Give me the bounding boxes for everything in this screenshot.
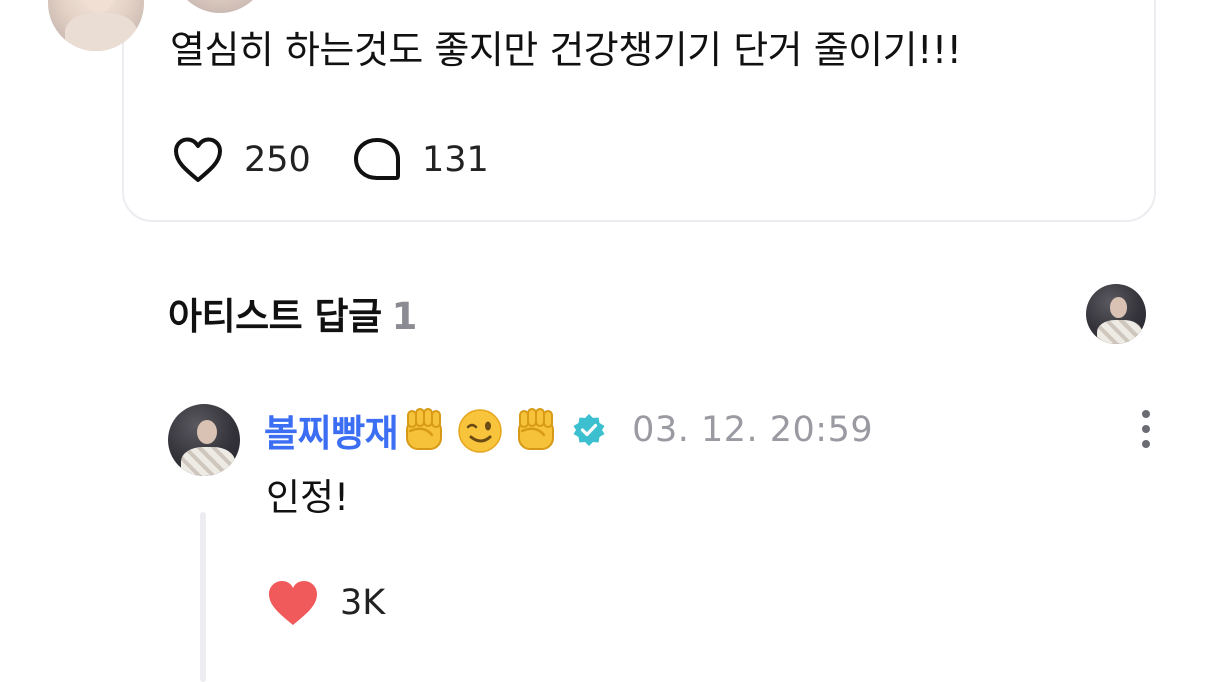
heart-filled-icon: [269, 581, 317, 625]
thread-line: [200, 512, 206, 682]
speech-bubble-icon: [354, 138, 400, 180]
reply-author-avatar[interactable]: [168, 404, 240, 476]
artist-replies-heading: 아티스트 답글 1: [168, 286, 417, 340]
reply-username[interactable]: 볼찌빵재: [264, 403, 399, 457]
reply-timestamp: 03. 12. 20:59: [632, 410, 874, 450]
artist-replies-count: 1: [391, 295, 418, 338]
reply-like-count: 3K: [340, 583, 386, 623]
reply-header: 볼찌빵재 03. 12. 20:59: [264, 400, 873, 460]
like-button[interactable]: 250: [172, 136, 311, 184]
heart-outline-icon: [174, 137, 222, 182]
winking-face-emoji-icon: [458, 409, 502, 453]
artist-avatar[interactable]: [1086, 284, 1146, 344]
commenter-avatar[interactable]: [172, 0, 268, 13]
fist-emoji-icon: [518, 408, 555, 450]
comment-text: 열심히 하는것도 좋지만 건강챙기기 단거 줄이기!!!: [170, 28, 962, 72]
more-options-icon[interactable]: [1132, 408, 1160, 452]
reply-count: 131: [422, 140, 489, 180]
reply-button[interactable]: 131: [352, 136, 489, 184]
artist-replies-title: 아티스트 답글: [168, 295, 382, 338]
reply-like-button[interactable]: 3K: [266, 578, 385, 628]
like-count: 250: [244, 140, 311, 180]
fist-emoji-icon: [406, 408, 443, 450]
reply-text: 인정!: [266, 476, 349, 519]
commenter-avatar-top[interactable]: [48, 0, 144, 51]
verified-badge-icon: [573, 414, 605, 446]
comment-card: 열심히 하는것도 좋지만 건강챙기기 단거 줄이기!!! 250 131: [122, 0, 1156, 222]
